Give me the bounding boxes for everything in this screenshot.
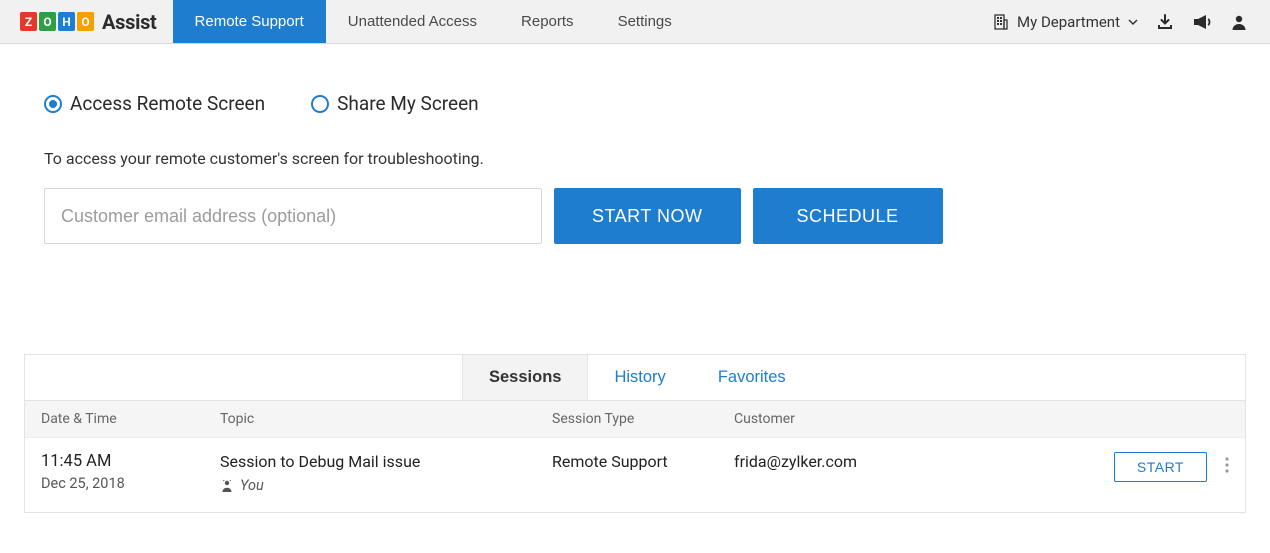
col-header-topic: Topic [220,411,552,427]
mode-radio-group: Access Remote Screen Share My Screen [44,92,1226,115]
logo-tile-z: Z [20,12,37,31]
topbar-right: My Department [993,0,1270,43]
logo-tile-h: H [58,12,75,31]
radio-label-share: Share My Screen [337,92,479,115]
topbar: Z O H O Assist Remote Support Unattended… [0,0,1270,44]
start-now-button[interactable]: START NOW [554,188,741,244]
logo-assist-text: Assist [102,10,157,34]
action-row: START NOW SCHEDULE [44,188,1226,244]
nav-settings[interactable]: Settings [596,0,694,43]
radio-label-access: Access Remote Screen [70,92,265,115]
row-date: Dec 25, 2018 [41,475,220,492]
radio-indicator-checked [44,95,62,113]
department-dropdown[interactable]: My Department [993,13,1138,31]
tab-favorites[interactable]: Favorites [692,355,812,400]
tab-sessions[interactable]: Sessions [462,355,588,400]
row-presenter: You [220,477,552,494]
schedule-button[interactable]: SCHEDULE [753,188,943,244]
row-presenter-label: You [240,477,264,494]
user-icon[interactable] [1230,13,1248,31]
nav-unattended-access[interactable]: Unattended Access [326,0,499,43]
table-row: 11:45 AM Dec 25, 2018 Session to Debug M… [25,437,1245,512]
kebab-icon[interactable] [1221,453,1233,481]
zoho-assist-logo: Z O H O Assist [0,0,173,43]
nav-reports[interactable]: Reports [499,0,596,43]
announcement-icon[interactable] [1192,13,1212,31]
customer-email-input[interactable] [44,188,542,244]
panel-tabbar: Sessions History Favorites [25,355,1245,401]
cell-session-type: Remote Support [552,452,734,471]
sessions-panel: Sessions History Favorites Date & Time T… [24,354,1246,513]
table-header: Date & Time Topic Session Type Customer [25,401,1245,437]
nav-remote-support[interactable]: Remote Support [173,0,326,43]
radio-indicator-unchecked [311,95,329,113]
col-header-customer: Customer [734,411,1065,427]
col-header-type: Session Type [552,411,734,427]
tabbar-spacer [25,355,462,400]
building-icon [993,14,1009,30]
radio-share-screen[interactable]: Share My Screen [311,92,479,115]
department-label: My Department [1017,13,1120,31]
cell-actions: START [1065,452,1245,482]
presenter-icon [220,479,234,493]
row-time: 11:45 AM [41,452,220,471]
download-icon[interactable] [1156,13,1174,31]
cell-date: 11:45 AM Dec 25, 2018 [25,452,220,492]
col-header-date: Date & Time [25,411,220,427]
main-nav: Remote Support Unattended Access Reports… [173,0,694,43]
logo-tile-o1: O [39,12,56,31]
caret-down-icon [1128,17,1138,27]
radio-access-remote[interactable]: Access Remote Screen [44,92,265,115]
tab-history[interactable]: History [588,355,691,400]
helper-text: To access your remote customer's screen … [44,149,1226,168]
cell-customer: frida@zylker.com [734,452,1065,471]
row-topic-title: Session to Debug Mail issue [220,452,552,471]
row-start-button[interactable]: START [1114,452,1207,482]
cell-topic: Session to Debug Mail issue You [220,452,552,494]
main-content: Access Remote Screen Share My Screen To … [0,44,1270,284]
logo-tile-o2: O [77,12,94,31]
